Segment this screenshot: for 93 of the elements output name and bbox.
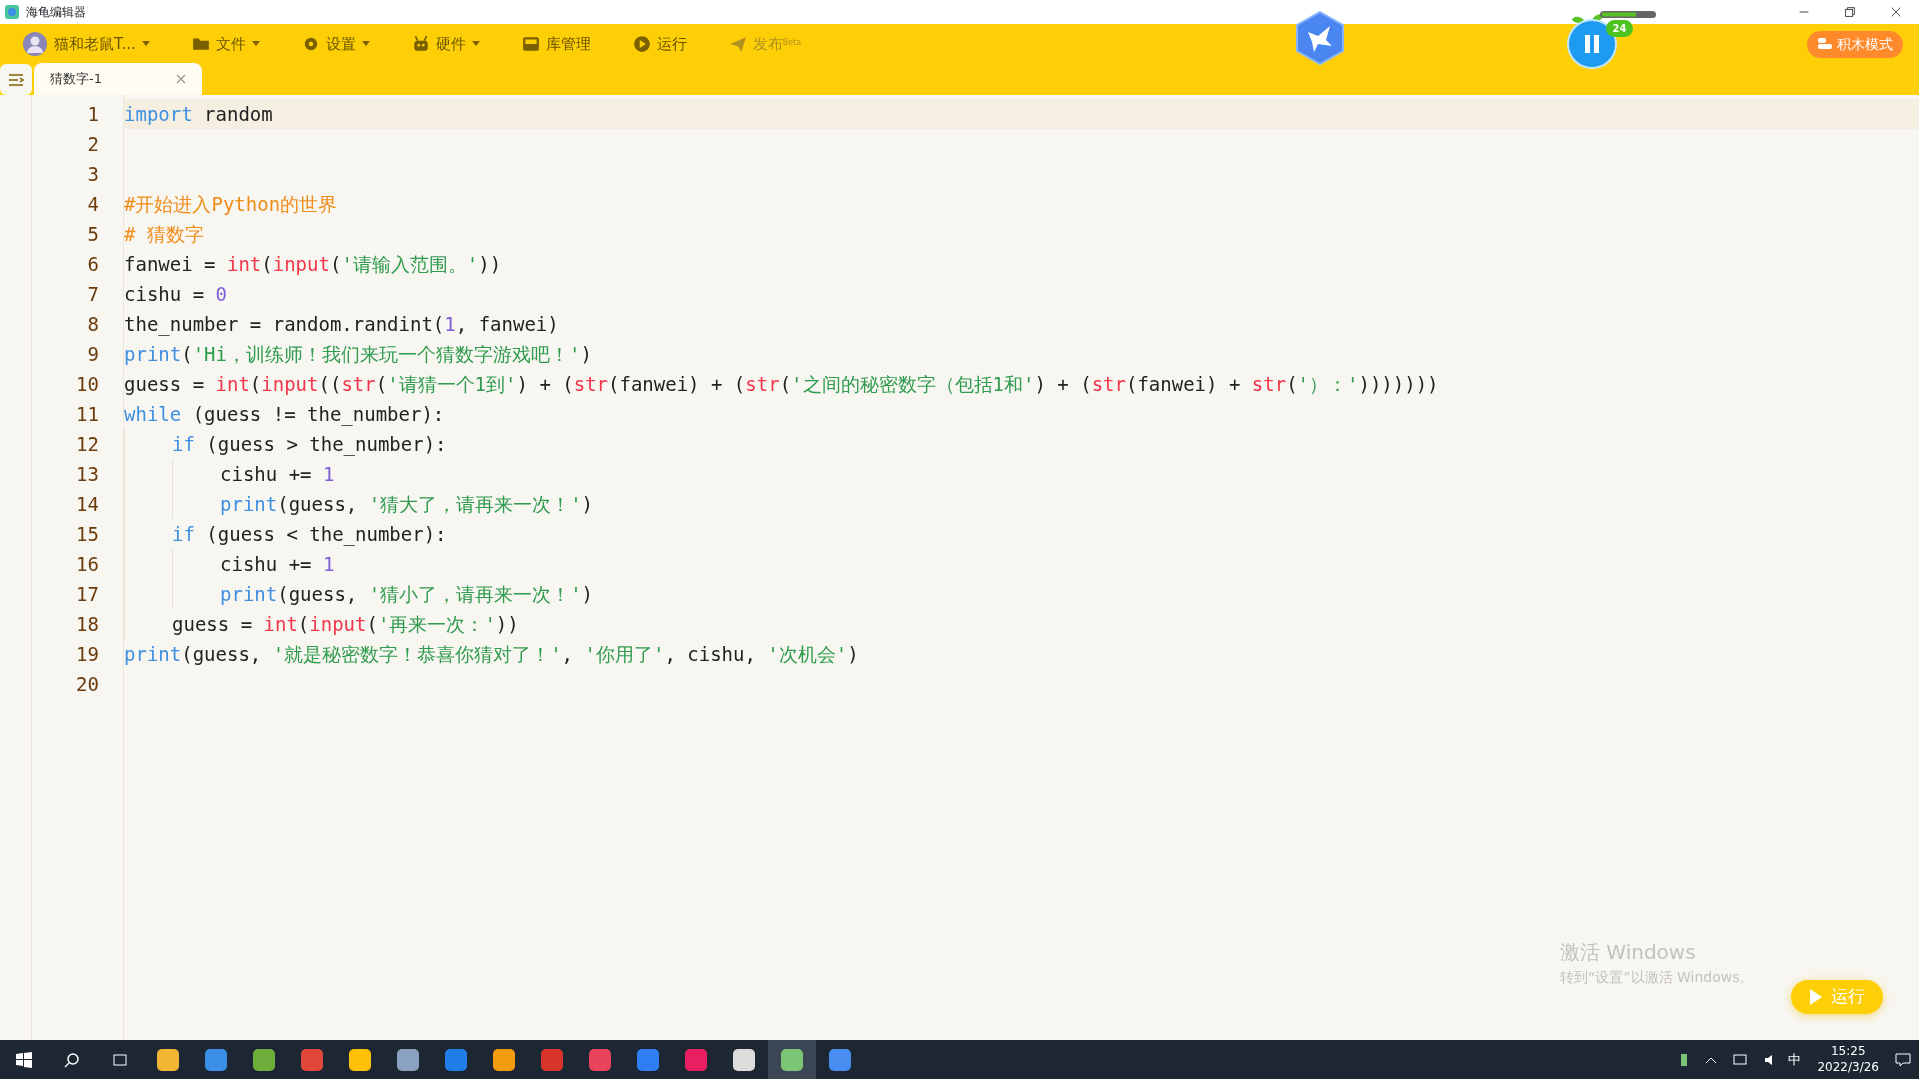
notification-icon [1895,1052,1911,1068]
line-number: 8 [86,312,100,337]
app-icon [828,1048,852,1072]
app-icon [780,1048,804,1072]
code-line: if (guess < the_number): [172,522,447,548]
folder-icon [191,35,210,53]
menu-button[interactable]: 硬件 [401,32,490,56]
app-icon [492,1048,516,1072]
clock-date: 2022/3/26 [1817,1060,1879,1076]
app-icon [444,1048,468,1072]
line-number: 13 [75,462,100,487]
network-icon [1733,1052,1750,1068]
line-number: 19 [75,642,100,667]
task-view-icon [112,1052,128,1068]
menu-button[interactable]: 运行 [622,32,697,56]
window-title: 海龟编辑器 [26,4,86,21]
battery-icon [1679,1053,1690,1067]
line-number: 14 [75,492,100,517]
menu-button[interactable]: 库管理 [511,32,601,56]
code-line: while (guess != the_number): [124,402,445,428]
code-line: print(guess, '猜小了，请再来一次！') [220,582,594,607]
app-icon [348,1048,372,1072]
line-number: 6 [86,252,100,277]
line-number: 10 [75,372,100,397]
code-line: cishu += 1 [220,552,335,577]
editor-tab[interactable]: 猜数字-1 [34,63,202,95]
line-number: 5 [86,222,100,247]
code-line: guess = int(input('再来一次：')) [172,612,519,637]
line-number: 9 [86,342,100,367]
restore-icon [1843,5,1857,19]
clock-time: 15:25 [1829,1044,1867,1060]
chevron-up-icon [1705,1056,1718,1064]
app-icon [588,1048,612,1072]
close-icon [1889,5,1903,19]
menu-button[interactable]: 文件 [181,32,270,56]
line-number: 3 [86,162,100,187]
user-menu[interactable]: 猫和老鼠T... [12,31,160,57]
search-icon [64,1052,80,1068]
code-line: #开始进入Python的世界 [124,192,338,217]
close-icon [176,74,186,84]
app-icon [732,1048,756,1072]
robot-icon [411,35,430,53]
windows-logo-icon [16,1052,32,1068]
app-icon [396,1048,420,1072]
paper-plane-icon [728,35,747,53]
code-line: print(guess, '就是秘密数字！恭喜你猜对了！', '你用了', cishu, '次机会') [124,642,859,667]
input-method-indicator[interactable]: 中 [1788,1050,1802,1070]
code-line: import random [124,102,273,127]
line-number: 15 [75,522,100,547]
caret-icon [141,41,150,47]
code-line: the_number = random.randint(1, fanwei) [124,312,559,338]
speaker-icon [1765,1055,1773,1065]
caret-icon [361,41,370,47]
avatar-icon [22,31,48,57]
tab-label: 猜数字-1 [50,70,103,89]
caret-icon [471,41,480,47]
code-line: cishu = 0 [124,282,227,307]
line-number: 17 [75,582,100,607]
progress-indicator-icon [1600,11,1656,18]
tray-icon [521,35,540,53]
code-line: cishu += 1 [220,462,335,487]
app-icon [300,1048,324,1072]
app-icon [540,1048,564,1072]
sidebar-toggle-button[interactable] [0,64,32,95]
line-number: 1 [86,102,100,127]
menu-icon [8,72,24,87]
caret-icon [251,41,260,47]
app-icon [684,1048,708,1072]
code-line: print(guess, '猜大了，请再来一次！') [220,492,594,517]
line-number: 11 [75,402,100,427]
play-icon [1809,987,1823,1006]
line-number: 2 [86,132,100,157]
line-number: 4 [86,192,100,217]
code-line: fanwei = int(input('请输入范围。')) [124,252,502,277]
app-icon [252,1048,276,1072]
taskbar-app-button[interactable] [768,1040,816,1079]
play-icon [632,35,651,53]
app-icon [156,1048,180,1072]
code-line: # 猜数字 [124,222,204,247]
app-logo-icon [4,4,20,20]
code-line: if (guess > the_number): [172,432,447,458]
code-line: print('Hi，训练师！我们来玩一个猜数字游戏吧！') [124,342,592,367]
line-number: 16 [75,552,100,577]
app-icon [636,1048,660,1072]
blocks-icon [1817,37,1833,51]
line-number: 20 [75,672,100,697]
line-number: 12 [75,432,100,457]
line-number: 18 [75,612,100,637]
line-number: 7 [86,282,100,307]
code-line: guess = int(input((str('请猜一个1到') + (str(fanwei) + (str('之间的秘密数字（包括1和') + (str(fanwei) + str('）：'))))))) [124,372,1439,397]
menu-button[interactable]: 设置 [291,32,380,56]
count-badge: 24 [1606,20,1633,37]
app-icon [204,1048,228,1072]
